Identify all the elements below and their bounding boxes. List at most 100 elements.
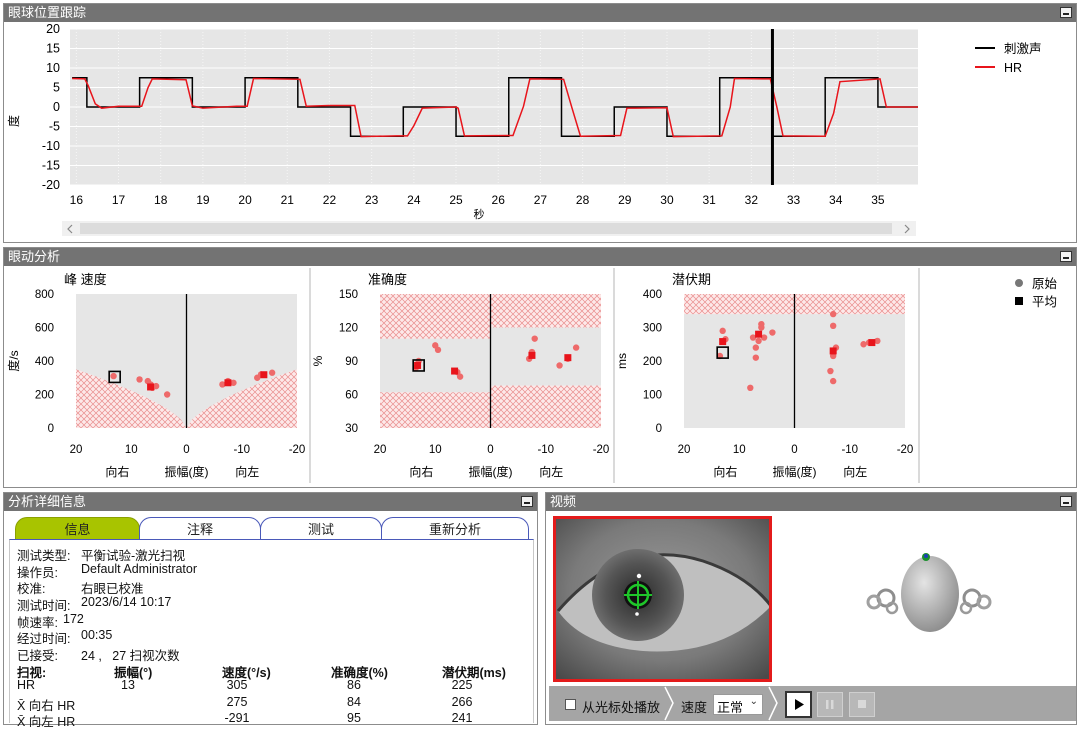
tab-reanalyze[interactable]: 重新分析: [381, 517, 529, 540]
average-data-point: [719, 338, 727, 346]
x-tick-label: -20: [593, 444, 610, 456]
x-tick-label: 21: [281, 193, 295, 207]
table-cell: 13: [121, 678, 135, 692]
x-label-right: 向右: [713, 464, 737, 479]
analysis-chart-title: 潜伏期: [672, 272, 711, 287]
table-cell: 84: [347, 694, 361, 709]
x-tick-label: 26: [492, 193, 506, 207]
table-row-label: HR: [17, 678, 36, 692]
y-axis-label: 度/s: [6, 350, 21, 371]
speed-select[interactable]: 正常 ⌄: [713, 694, 763, 715]
x-tick-label: -20: [897, 444, 914, 456]
table-cell: 275: [226, 694, 248, 709]
stop-button[interactable]: [849, 692, 875, 717]
raw-data-point: [769, 329, 776, 336]
y-tick-label: 30: [345, 423, 358, 435]
y-tick-label: 800: [35, 289, 54, 301]
table-cell: 241: [451, 711, 473, 725]
video-title: 视频: [546, 493, 1076, 511]
raw-data-point: [136, 376, 143, 383]
x-tick-label: 23: [365, 193, 379, 207]
tab-info[interactable]: 信息: [15, 517, 140, 540]
x-tick-label: 18: [154, 193, 168, 207]
raw-data-point: [719, 327, 726, 335]
x-tick-label: 33: [787, 193, 801, 207]
y-tick-label: 0: [48, 423, 54, 435]
x-tick-label: 34: [829, 193, 843, 207]
x-label-right: 向右: [409, 464, 433, 479]
raw-data-point: [829, 377, 837, 385]
raw-data-point: [110, 372, 117, 380]
eye-tracking-chart: 20 15 10 5 0 -5 -10 -15 -20 16 17 18 19 20 21 22 23 24 25 2…: [6, 22, 1042, 236]
legend-raw-label: 原始: [1032, 277, 1058, 291]
y-tick-label: -20: [42, 178, 60, 192]
average-data-point: [564, 354, 572, 362]
analysis-chart-title: 峰 速度: [64, 272, 107, 287]
eye-video-frame[interactable]: [553, 516, 772, 682]
scrollbar-thumb[interactable]: [80, 223, 892, 234]
minimize-button[interactable]: [521, 496, 533, 507]
table-row-label: X̄ 向左 HR: [17, 715, 76, 729]
x-tick-label: -10: [537, 444, 554, 456]
raw-data-point: [758, 320, 765, 328]
y-tick-label: 400: [643, 289, 662, 301]
y-tick-label: -5: [49, 120, 60, 134]
pause-button[interactable]: [817, 692, 843, 717]
info-value-operator: Default Administrator: [81, 562, 198, 576]
y-tick-label: 0: [656, 423, 662, 435]
x-label-amplitude: 振幅(度): [165, 464, 209, 479]
y-axis-label: ms: [615, 353, 629, 369]
tab-notes[interactable]: 注释: [139, 517, 261, 540]
legend-raw-marker: [1015, 279, 1023, 287]
abnormal-range-lower-left: [380, 392, 491, 428]
play-from-cursor-checkbox[interactable]: [565, 699, 576, 710]
average-data-point: [528, 351, 536, 359]
eye-movement-charts: 峰 速度度/s800600400200020 10 0 -10 -20向右 振幅(度) 向左…: [6, 268, 1058, 483]
y-tick-label: 0: [53, 100, 60, 114]
chevron-separator-icon: [768, 686, 778, 721]
chevron-down-icon: ⌄: [749, 696, 758, 707]
y-tick-label: 60: [345, 390, 358, 402]
table-cell: 95: [347, 711, 361, 725]
play-icon: [795, 699, 804, 710]
abnormal-range-upper-right: [490, 294, 601, 328]
x-label-left: 向左: [539, 464, 563, 479]
y-tick-label: -15: [42, 159, 60, 173]
x-tick-label: 29: [618, 193, 632, 207]
average-data-point: [260, 371, 268, 379]
x-tick-label: -20: [289, 444, 306, 456]
speed-label: 速度: [681, 700, 708, 715]
play-button[interactable]: [785, 691, 812, 718]
x-tick-label: 31: [702, 193, 716, 207]
raw-data-point: [860, 341, 867, 348]
chevron-separator-icon: [664, 686, 674, 721]
raw-data-point: [144, 377, 152, 385]
play-from-cursor-label[interactable]: 从光标处播放: [582, 697, 660, 716]
corneal-reflection: [636, 573, 642, 579]
average-data-point: [868, 339, 876, 347]
average-data-point: [451, 367, 459, 375]
y-tick-label: 120: [339, 323, 358, 335]
average-data-point: [147, 383, 155, 391]
y-tick-label: 20: [46, 22, 60, 36]
raw-data-point: [572, 344, 580, 351]
x-tick-label: -10: [841, 444, 858, 456]
stop-icon: [858, 700, 866, 708]
raw-data-point: [752, 344, 760, 351]
legend-avg-marker: [1015, 297, 1023, 305]
y-tick-label: 5: [53, 81, 60, 95]
x-tick-label: 0: [487, 444, 493, 456]
minimize-button[interactable]: [1060, 496, 1072, 507]
tab-test[interactable]: 测试: [260, 517, 382, 540]
raw-data-point: [163, 391, 171, 398]
raw-data-point: [827, 367, 834, 375]
head-orientation-icon: [866, 553, 992, 632]
abnormal-range-upper-left: [380, 294, 491, 339]
x-label-left: 向左: [843, 464, 867, 479]
y-tick-label: 15: [46, 42, 60, 56]
x-tick-label: 20: [374, 444, 387, 456]
y-tick-label: 150: [339, 289, 358, 301]
table-cell: 225: [451, 678, 473, 692]
x-tick-label: 32: [745, 193, 759, 207]
y-tick-label: 300: [643, 323, 662, 335]
